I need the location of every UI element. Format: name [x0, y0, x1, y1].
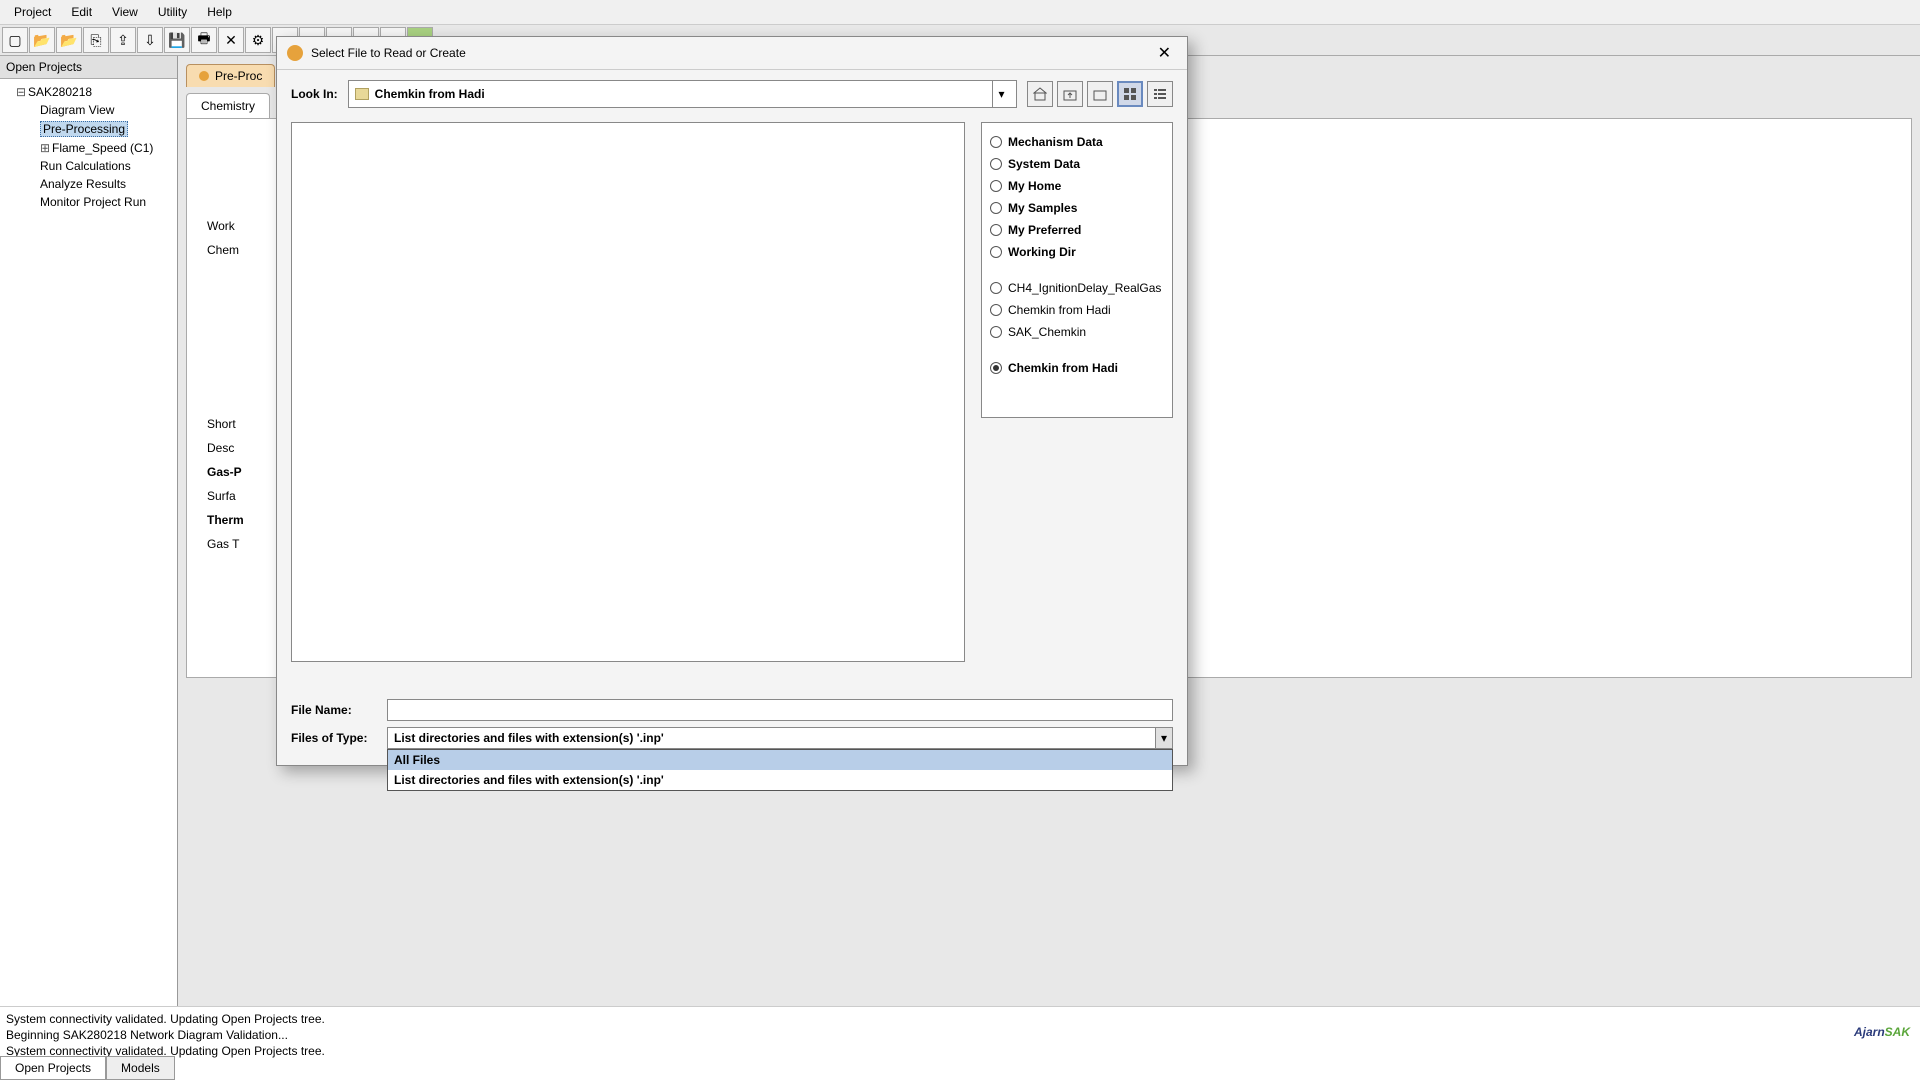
left-panel: Open Projects ⊟SAK280218 Diagram View Pr…	[0, 56, 178, 1006]
menu-project[interactable]: Project	[4, 2, 61, 22]
tool1-icon[interactable]: ⚙	[245, 27, 271, 53]
dialog-title: Select File to Read or Create	[311, 46, 466, 60]
loc-chemkin-hadi-1[interactable]: Chemkin from Hadi	[988, 299, 1166, 321]
tab-pre-processing[interactable]: Pre-Proc	[186, 64, 275, 87]
loc-my-preferred[interactable]: My Preferred	[988, 219, 1166, 241]
subtab-chemistry[interactable]: Chemistry	[186, 93, 270, 118]
folder-icon	[355, 88, 369, 100]
lookin-value: Chemkin from Hadi	[375, 87, 485, 101]
watermark-sak: SAK	[1885, 1025, 1910, 1039]
tree-monitor-project[interactable]: Monitor Project Run	[4, 193, 173, 211]
loc-chemkin-hadi-2[interactable]: Chemkin from Hadi	[988, 357, 1166, 379]
left-panel-header: Open Projects	[0, 56, 177, 79]
save-icon[interactable]: 💾	[164, 27, 190, 53]
open-icon[interactable]: 📂	[29, 27, 55, 53]
print-icon[interactable]: 🖶	[191, 27, 217, 53]
loc-mechanism-data[interactable]: Mechanism Data	[988, 131, 1166, 153]
log-line: System connectivity validated. Updating …	[6, 1011, 1914, 1027]
loc-sak-chemkin[interactable]: SAK_Chemkin	[988, 321, 1166, 343]
log-area: System connectivity validated. Updating …	[0, 1006, 1920, 1066]
watermark-ajarn: Ajarn	[1854, 1025, 1885, 1039]
loc-working-dir[interactable]: Working Dir	[988, 241, 1166, 263]
tab-open-projects[interactable]: Open Projects	[0, 1056, 106, 1080]
lookin-combo[interactable]: Chemkin from Hadi ▾	[348, 80, 1017, 108]
tree-run-calculations[interactable]: Run Calculations	[4, 157, 173, 175]
filetype-combo[interactable]: List directories and files with extensio…	[387, 727, 1173, 749]
close-icon[interactable]: ✕	[218, 27, 244, 53]
tree-pre-processing[interactable]: Pre-Processing	[4, 119, 173, 139]
filetype-value: List directories and files with extensio…	[394, 731, 664, 745]
loc-my-samples[interactable]: My Samples	[988, 197, 1166, 219]
left-bottom-tabs: Open Projects Models	[0, 1056, 175, 1080]
log-line: Beginning SAK280218 Network Diagram Vali…	[6, 1027, 1914, 1043]
filetype-dropdown-icon[interactable]: ▾	[1155, 727, 1173, 749]
tree-diagram-view[interactable]: Diagram View	[4, 101, 173, 119]
tab-models[interactable]: Models	[106, 1056, 175, 1080]
lookin-label: Look In:	[291, 87, 338, 101]
import-icon[interactable]: ⇩	[137, 27, 163, 53]
export-icon[interactable]: ⇪	[110, 27, 136, 53]
filetype-label: Files of Type:	[291, 731, 377, 745]
log-line: System connectivity validated. Updating …	[6, 1043, 1914, 1059]
loc-my-home[interactable]: My Home	[988, 175, 1166, 197]
filetype-option-inp[interactable]: List directories and files with extensio…	[388, 770, 1172, 790]
view-list-button[interactable]	[1147, 81, 1173, 107]
view-up-button[interactable]	[1057, 81, 1083, 107]
tree-project-root[interactable]: ⊟SAK280218	[4, 83, 173, 101]
view-home-button[interactable]	[1027, 81, 1053, 107]
menubar: Project Edit View Utility Help	[0, 0, 1920, 25]
loc-ch4-ignition[interactable]: CH4_IgnitionDelay_RealGas	[988, 277, 1166, 299]
view-new-folder-button[interactable]	[1087, 81, 1113, 107]
menu-help[interactable]: Help	[197, 2, 242, 22]
locations-panel: Mechanism Data System Data My Home My Sa…	[981, 122, 1173, 418]
dialog-close-button[interactable]: ✕	[1152, 43, 1177, 63]
tree-flame-speed[interactable]: ⊞Flame_Speed (C1)	[4, 139, 173, 157]
menu-utility[interactable]: Utility	[148, 2, 197, 22]
file-dialog: Select File to Read or Create ✕ Look In:…	[276, 36, 1188, 766]
watermark: AjarnSAK	[1854, 1007, 1910, 1044]
tree-analyze-results[interactable]: Analyze Results	[4, 175, 173, 193]
view-grid-button[interactable]	[1117, 81, 1143, 107]
dialog-titlebar: Select File to Read or Create ✕	[277, 37, 1187, 70]
new-icon[interactable]: ▢	[2, 27, 28, 53]
open2-icon[interactable]: 📂	[56, 27, 82, 53]
filetype-option-all[interactable]: All Files	[388, 750, 1172, 770]
tab-label: Pre-Proc	[215, 69, 262, 83]
dialog-icon	[287, 45, 303, 61]
filetype-dropdown-list: All Files List directories and files wit…	[387, 749, 1173, 791]
filename-label: File Name:	[291, 703, 377, 717]
lookin-dropdown-icon[interactable]: ▾	[992, 80, 1010, 108]
tab-dot-icon	[199, 71, 209, 81]
menu-edit[interactable]: Edit	[61, 2, 102, 22]
copy-icon[interactable]: ⎘	[83, 27, 109, 53]
menu-view[interactable]: View	[102, 2, 148, 22]
file-list-area[interactable]	[291, 122, 965, 662]
project-tree: ⊟SAK280218 Diagram View Pre-Processing ⊞…	[0, 79, 177, 1006]
filename-input[interactable]	[387, 699, 1173, 721]
loc-system-data[interactable]: System Data	[988, 153, 1166, 175]
